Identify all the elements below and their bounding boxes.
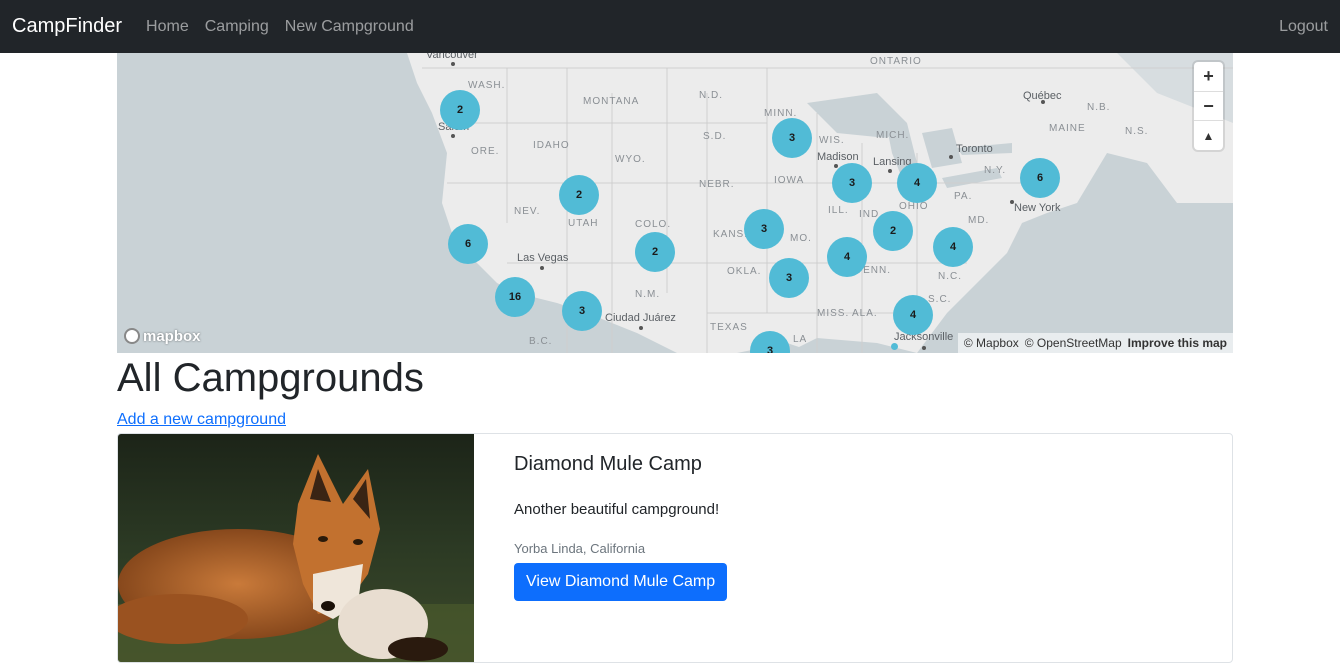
view-campground-button[interactable]: View Diamond Mule Camp bbox=[514, 563, 728, 601]
map-cluster-marker[interactable]: 3 bbox=[772, 118, 812, 158]
brand-link[interactable]: CampFinder bbox=[12, 15, 122, 38]
map-attribution: © Mapbox © OpenStreetMap Improve this ma… bbox=[957, 333, 1233, 353]
map-cluster-marker[interactable]: 3 bbox=[744, 209, 784, 249]
attribution-mapbox-link[interactable]: © Mapbox bbox=[964, 336, 1019, 350]
map-region-label: N.D. bbox=[699, 90, 723, 101]
map-region-label: NEV. bbox=[514, 206, 541, 217]
map-region-label: LA bbox=[793, 334, 808, 345]
map-region-label: UTAH bbox=[568, 218, 599, 229]
map-region-label: B.C. bbox=[529, 336, 553, 347]
map-city-label: Madison bbox=[817, 151, 859, 163]
map-cluster-marker[interactable]: 6 bbox=[1020, 158, 1060, 198]
map-point-marker[interactable] bbox=[891, 343, 898, 350]
nav-home[interactable]: Home bbox=[146, 18, 189, 36]
map-region-label: MISS. bbox=[817, 308, 850, 319]
map-city-label: Toronto bbox=[956, 143, 993, 155]
map-cluster-marker[interactable]: 3 bbox=[832, 163, 872, 203]
nav-logout[interactable]: Logout bbox=[1279, 18, 1328, 36]
fox-photo bbox=[118, 434, 474, 662]
map-region-label: KANS. bbox=[713, 229, 749, 240]
map-region-label: MONTANA bbox=[583, 96, 640, 107]
improve-map-link[interactable]: Improve this map bbox=[1128, 336, 1227, 350]
map-region-label: MICH. bbox=[876, 130, 910, 141]
cluster-map[interactable]: WASH. MONTANA N.D. MINN. ONTARIO ORE. ID… bbox=[117, 53, 1233, 353]
zoom-in-button[interactable]: + bbox=[1194, 62, 1223, 92]
map-cluster-marker[interactable]: 2 bbox=[635, 232, 675, 272]
map-cluster-marker[interactable]: 3 bbox=[769, 258, 809, 298]
map-city-label: Vancouver bbox=[426, 53, 478, 61]
map-region-label: NEBR. bbox=[699, 179, 735, 190]
map-city-dot bbox=[1041, 100, 1045, 104]
map-region-label: TEXAS bbox=[710, 322, 748, 333]
map-region-label: WIS. bbox=[819, 135, 845, 146]
mapbox-logo-text: mapbox bbox=[143, 327, 201, 345]
map-region-label: ONTARIO bbox=[870, 56, 922, 67]
map-region-label: MO. bbox=[790, 233, 812, 244]
map-region-label: MAINE bbox=[1049, 123, 1086, 134]
map-cluster-marker[interactable]: 2 bbox=[559, 175, 599, 215]
map-city-label: Ciudad Juárez bbox=[605, 312, 676, 324]
add-campground-link[interactable]: Add a new campground bbox=[117, 411, 286, 429]
page-title: All Campgrounds bbox=[117, 356, 424, 400]
map-region-label: N.S. bbox=[1125, 126, 1149, 137]
campground-title: Diamond Mule Camp bbox=[514, 453, 702, 475]
map-city-dot bbox=[949, 155, 953, 159]
navbar: CampFinder Home Camping New Campground L… bbox=[0, 0, 1340, 53]
map-city-dot bbox=[451, 134, 455, 138]
map-city-dot bbox=[922, 346, 926, 350]
map-city-dot bbox=[451, 62, 455, 66]
mapbox-logo-icon bbox=[124, 328, 140, 344]
map-region-label: N.B. bbox=[1087, 102, 1111, 113]
map-city-dot bbox=[1010, 200, 1014, 204]
campground-card: Diamond Mule Camp Another beautiful camp… bbox=[117, 433, 1233, 663]
map-cluster-marker[interactable]: 3 bbox=[562, 291, 602, 331]
map-region-label: IDAHO bbox=[533, 140, 570, 151]
map-city-label: New York bbox=[1014, 202, 1061, 214]
map-region-label: WYO. bbox=[615, 154, 646, 165]
map-cluster-marker[interactable]: 16 bbox=[495, 277, 535, 317]
map-city-dot bbox=[639, 326, 643, 330]
map-region-label: N.Y. bbox=[984, 165, 1007, 176]
nav-camping[interactable]: Camping bbox=[205, 18, 269, 36]
nav-new-campground[interactable]: New Campground bbox=[285, 18, 414, 36]
map-region-label: OKLA. bbox=[727, 266, 762, 277]
map-cluster-marker[interactable]: 4 bbox=[897, 163, 937, 203]
zoom-out-button[interactable]: − bbox=[1194, 92, 1223, 122]
map-city-label: Las Vegas bbox=[517, 252, 569, 264]
campground-description: Another beautiful campground! bbox=[514, 501, 720, 518]
map-cluster-marker[interactable]: 2 bbox=[440, 90, 480, 130]
map-cluster-marker[interactable]: 6 bbox=[448, 224, 488, 264]
map-region-label: N.M. bbox=[635, 289, 661, 300]
map-region-label: ILL. bbox=[828, 205, 849, 216]
map-controls: + − ▲ bbox=[1194, 62, 1223, 150]
map-region-label: N.C. bbox=[938, 271, 962, 282]
campground-location: Yorba Linda, California bbox=[514, 541, 646, 556]
map-cluster-marker[interactable]: 2 bbox=[873, 211, 913, 251]
compass-icon[interactable]: ▲ bbox=[1194, 121, 1223, 150]
mapbox-logo[interactable]: mapbox bbox=[124, 326, 201, 346]
map-city-dot bbox=[888, 169, 892, 173]
map-region-label: PA. bbox=[954, 191, 973, 202]
map-cluster-marker[interactable]: 4 bbox=[827, 237, 867, 277]
map-cluster-marker[interactable]: 4 bbox=[933, 227, 973, 267]
map-basemap bbox=[117, 53, 1233, 353]
map-region-label: IOWA bbox=[774, 175, 805, 186]
map-region-label: MD. bbox=[968, 215, 990, 226]
map-region-label: S.C. bbox=[928, 294, 952, 305]
map-region-label: WASH. bbox=[468, 80, 506, 91]
map-region-label: ORE. bbox=[471, 146, 500, 157]
campground-image bbox=[118, 434, 474, 662]
map-region-label: COLO. bbox=[635, 219, 672, 230]
attribution-osm-link[interactable]: © OpenStreetMap bbox=[1025, 336, 1122, 350]
map-cluster-marker[interactable]: 4 bbox=[893, 295, 933, 335]
map-region-label: ALA. bbox=[852, 308, 878, 319]
map-region-label: S.D. bbox=[703, 131, 727, 142]
map-city-dot bbox=[540, 266, 544, 270]
